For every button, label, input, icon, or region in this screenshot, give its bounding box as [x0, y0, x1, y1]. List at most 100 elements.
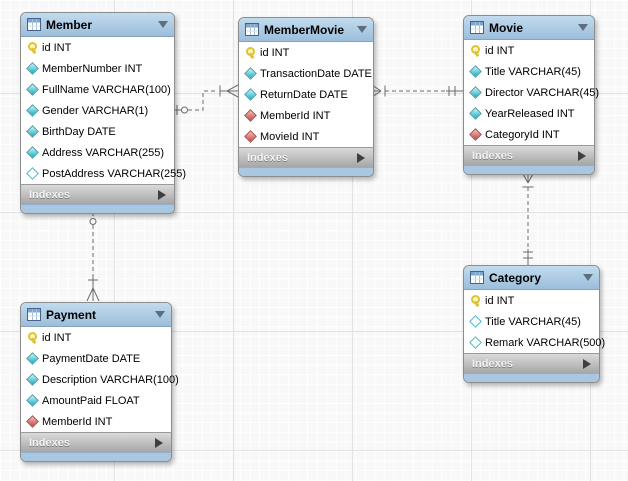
indexes-bar[interactable]: Indexes: [464, 353, 599, 373]
table-title: Payment: [46, 308, 96, 322]
column-icon: [244, 88, 257, 101]
collapse-arrow-icon[interactable]: [357, 26, 367, 33]
relationship-membermovie-movie[interactable]: [372, 85, 463, 97]
table-payment-header[interactable]: Payment: [21, 303, 171, 327]
table-footer: [21, 452, 171, 461]
column-row[interactable]: Description VARCHAR(100): [21, 369, 171, 390]
table-footer: [239, 167, 373, 176]
column-label: Title VARCHAR(45): [485, 316, 581, 328]
column-list: id INT Title VARCHAR(45) Remark VARCHAR(…: [464, 290, 599, 353]
table-member-header[interactable]: Member: [21, 13, 174, 37]
column-label: MemberId INT: [42, 416, 112, 428]
column-row[interactable]: Address VARCHAR(255): [21, 142, 174, 163]
table-icon: [245, 23, 259, 36]
column-row[interactable]: MemberId INT: [21, 411, 171, 432]
column-label: id INT: [485, 45, 514, 57]
indexes-label: Indexes: [247, 152, 288, 164]
column-row[interactable]: Remark VARCHAR(500): [464, 332, 599, 353]
key-icon: [26, 331, 39, 344]
column-icon: [244, 67, 257, 80]
collapse-arrow-icon[interactable]: [578, 24, 588, 31]
table-footer: [464, 165, 594, 174]
column-row[interactable]: FullName VARCHAR(100): [21, 79, 174, 100]
column-icon: [469, 86, 482, 99]
indexes-bar[interactable]: Indexes: [239, 147, 373, 167]
table-payment[interactable]: Payment id INT PaymentDate DATE Descript…: [20, 302, 172, 462]
key-icon: [244, 46, 257, 59]
column-label: id INT: [260, 47, 289, 59]
table-category[interactable]: Category id INT Title VARCHAR(45) Remark…: [463, 265, 600, 383]
indexes-bar[interactable]: Indexes: [464, 145, 594, 165]
table-title: Movie: [489, 21, 523, 35]
table-category-header[interactable]: Category: [464, 266, 599, 290]
column-row[interactable]: Gender VARCHAR(1): [21, 100, 174, 121]
column-row[interactable]: MemberId INT: [239, 105, 373, 126]
table-membermovie-header[interactable]: MemberMovie: [239, 18, 373, 42]
column-icon: [26, 146, 39, 159]
eer-diagram-canvas: Member id INT MemberNumber INT FullName …: [0, 0, 628, 481]
column-label: YearReleased INT: [485, 108, 574, 120]
table-movie[interactable]: Movie id INT Title VARCHAR(45) Director …: [463, 15, 595, 175]
column-label: Address VARCHAR(255): [42, 147, 164, 159]
table-movie-header[interactable]: Movie: [464, 16, 594, 40]
column-icon: [26, 352, 39, 365]
column-label: FullName VARCHAR(100): [42, 84, 171, 96]
column-label: ReturnDate DATE: [260, 89, 348, 101]
relationship-member-membermovie[interactable]: [173, 85, 238, 115]
relationship-movie-category[interactable]: [522, 172, 534, 265]
table-membermovie[interactable]: MemberMovie id INT TransactionDate DATE …: [238, 17, 374, 177]
column-row[interactable]: YearReleased INT: [464, 103, 594, 124]
column-icon: [469, 336, 482, 349]
table-icon: [470, 271, 484, 284]
column-row[interactable]: PostAddress VARCHAR(255): [21, 163, 174, 184]
table-title: Category: [489, 271, 541, 285]
column-row[interactable]: ReturnDate DATE: [239, 84, 373, 105]
column-row[interactable]: MemberNumber INT: [21, 58, 174, 79]
column-row[interactable]: CategoryId INT: [464, 124, 594, 145]
column-label: Remark VARCHAR(500): [485, 337, 605, 349]
table-title: MemberMovie: [264, 23, 344, 37]
column-list: id INT PaymentDate DATE Description VARC…: [21, 327, 171, 432]
table-icon: [27, 308, 41, 321]
column-label: MemberNumber INT: [42, 63, 142, 75]
fk-column-icon: [26, 415, 39, 428]
table-member[interactable]: Member id INT MemberNumber INT FullName …: [20, 12, 175, 214]
column-row[interactable]: Director VARCHAR(45): [464, 82, 594, 103]
column-label: TransactionDate DATE: [260, 68, 372, 80]
column-row[interactable]: AmountPaid FLOAT: [21, 390, 171, 411]
column-row[interactable]: id INT: [21, 37, 174, 58]
fk-column-icon: [469, 128, 482, 141]
indexes-label: Indexes: [29, 437, 70, 449]
fk-column-icon: [244, 130, 257, 143]
column-row[interactable]: PaymentDate DATE: [21, 348, 171, 369]
relationship-member-payment[interactable]: [87, 210, 99, 301]
collapse-arrow-icon[interactable]: [158, 21, 168, 28]
indexes-bar[interactable]: Indexes: [21, 432, 171, 452]
column-icon: [469, 107, 482, 120]
column-row[interactable]: id INT: [464, 290, 599, 311]
table-footer: [464, 373, 599, 382]
column-label: MovieId INT: [260, 131, 319, 143]
column-row[interactable]: id INT: [239, 42, 373, 63]
indexes-bar[interactable]: Indexes: [21, 184, 174, 204]
key-icon: [469, 294, 482, 307]
column-list: id INT TransactionDate DATE ReturnDate D…: [239, 42, 373, 147]
column-row[interactable]: BirthDay DATE: [21, 121, 174, 142]
column-row[interactable]: id INT: [464, 40, 594, 61]
fk-column-icon: [244, 109, 257, 122]
column-row[interactable]: Title VARCHAR(45): [464, 61, 594, 82]
table-title: Member: [46, 18, 92, 32]
key-icon: [469, 44, 482, 57]
column-icon: [26, 104, 39, 117]
column-label: PaymentDate DATE: [42, 353, 140, 365]
column-row[interactable]: TransactionDate DATE: [239, 63, 373, 84]
collapse-arrow-icon[interactable]: [583, 274, 593, 281]
expand-arrow-icon: [158, 190, 166, 200]
column-row[interactable]: MovieId INT: [239, 126, 373, 147]
collapse-arrow-icon[interactable]: [155, 311, 165, 318]
table-icon: [27, 18, 41, 31]
expand-arrow-icon: [583, 359, 591, 369]
column-row[interactable]: id INT: [21, 327, 171, 348]
column-row[interactable]: Title VARCHAR(45): [464, 311, 599, 332]
column-label: Description VARCHAR(100): [42, 374, 179, 386]
